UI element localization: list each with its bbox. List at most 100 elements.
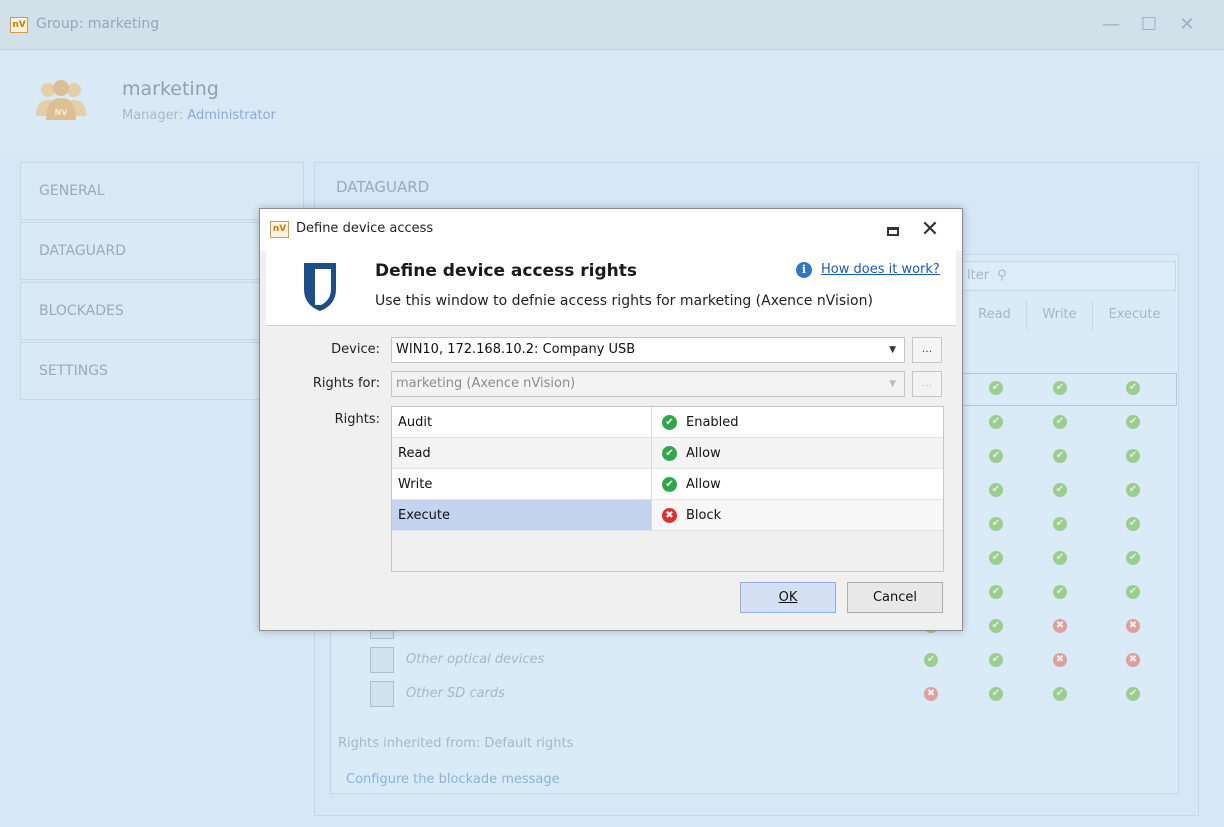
rights-label: Rights: [334,412,380,427]
rights-row-execute[interactable]: Execute ✖ Block [392,500,943,531]
column-header-write[interactable]: Write [1026,300,1092,330]
column-header-execute[interactable]: Execute [1092,300,1176,330]
window-title: Group: marketing [36,16,160,32]
device-select-value: WIN10, 172.168.10.2: Company USB [396,342,636,357]
svg-text:NV: NV [55,108,69,117]
allow-status-icon: ✔ [989,483,1003,497]
cancel-button-label: Cancel [872,590,918,605]
block-icon: ✖ [662,508,677,523]
allow-status-icon: ✔ [1053,483,1067,497]
check-icon: ✔ [662,446,677,461]
ok-button[interactable]: OK [740,582,836,613]
right-value-cell[interactable]: ✔ Allow [652,469,943,500]
block-status-icon: ✖ [1053,619,1067,633]
rights-for-value: marketing (Axence nVision) [396,376,576,391]
app-logo-icon: nV [10,17,28,33]
allow-status-icon: ✔ [989,517,1003,531]
allow-status-icon: ✔ [1053,517,1067,531]
right-name: Read [392,438,652,469]
chevron-down-icon: ▼ [889,379,896,389]
allow-status-icon: ✔ [989,619,1003,633]
device-label: Other optical devices [406,652,545,667]
info-icon: i [796,262,812,278]
device-label: Device: [331,342,380,357]
device-label: Other SD cards [406,686,505,701]
right-name: Execute [392,500,652,531]
allow-status-icon: ✔ [1126,449,1140,463]
close-icon[interactable]: ✕ [916,215,944,245]
allow-status-icon: ✔ [924,653,938,667]
dialog-title: Define device access [296,221,434,236]
inherited-rights-text: Rights inherited from: Default rights [338,736,574,751]
block-status-icon: ✖ [1126,653,1140,667]
check-icon: ✔ [662,477,677,492]
manager-link[interactable]: Administrator [187,108,276,123]
right-value-cell[interactable]: ✖ Block [652,500,943,531]
allow-status-icon: ✔ [989,653,1003,667]
right-value: Allow [686,446,721,461]
allow-status-icon: ✔ [1126,381,1140,395]
maximize-icon[interactable] [882,221,904,241]
block-status-icon: ✖ [924,687,938,701]
group-header [0,51,1224,151]
allow-status-icon: ✔ [1053,687,1067,701]
configure-blockade-link[interactable]: Configure the blockade message [346,772,560,787]
define-device-access-dialog: nV Define device access ✕ Define device … [259,208,963,631]
block-status-icon: ✖ [1126,619,1140,633]
allow-status-icon: ✔ [1126,483,1140,497]
allow-status-icon: ✔ [1126,415,1140,429]
allow-status-icon: ✔ [1053,551,1067,565]
right-value-cell[interactable]: ✔ Enabled [652,407,943,438]
dialog-logo-icon: nV [270,221,289,238]
panel-title: DATAGUARD [336,178,430,196]
check-icon: ✔ [662,415,677,430]
rights-row-read[interactable]: Read ✔ Allow [392,438,943,469]
right-value: Enabled [686,415,739,430]
right-value: Allow [686,477,721,492]
right-name: Write [392,469,652,500]
rights-for-label: Rights for: [312,376,380,391]
rights-grid: Audit ✔ Enabled Read ✔ Allow Write ✔ Allow … [391,406,944,572]
filter-input[interactable]: lter ⚲ [962,261,1176,291]
allow-status-icon: ✔ [1126,687,1140,701]
device-icon [370,681,394,707]
allow-status-icon: ✔ [1053,415,1067,429]
rights-row-audit[interactable]: Audit ✔ Enabled [392,407,943,438]
right-value: Block [686,508,722,523]
dialog-header: Define device access rights Use this win… [266,251,956,326]
device-browse-button[interactable]: ... [912,337,942,363]
cancel-button[interactable]: Cancel [847,582,943,613]
right-value-cell[interactable]: ✔ Allow [652,438,943,469]
allow-status-icon: ✔ [989,551,1003,565]
allow-status-icon: ✔ [1053,585,1067,599]
device-select[interactable]: WIN10, 172.168.10.2: Company USB ▼ [391,337,905,363]
dialog-subtitle: Use this window to defnie access rights … [375,293,873,309]
group-users-icon: NV [36,80,86,120]
allow-status-icon: ✔ [1126,585,1140,599]
right-name: Audit [392,407,652,438]
manager-label: Manager: [122,108,184,123]
manager-info: Manager: Administrator [122,108,276,123]
allow-status-icon: ✔ [1053,449,1067,463]
minimize-button[interactable]: — [1096,10,1126,40]
maximize-button[interactable]: ☐ [1134,10,1164,40]
allow-status-icon: ✔ [1126,517,1140,531]
rights-for-select: marketing (Axence nVision) ▼ [391,371,905,397]
ok-button-label: OK [778,590,798,605]
device-icon [370,647,394,673]
how-does-it-work-link[interactable]: How does it work? [821,262,940,277]
dialog-titlebar: nV Define device access ✕ [260,209,962,251]
allow-status-icon: ✔ [1126,551,1140,565]
close-button[interactable]: ✕ [1172,10,1202,40]
chevron-down-icon: ▼ [889,345,896,355]
rights-for-browse-button: ... [912,371,942,397]
group-name: marketing [122,78,219,100]
rights-row-write[interactable]: Write ✔ Allow [392,469,943,500]
filter-placeholder: lter [967,268,990,283]
block-status-icon: ✖ [1053,653,1067,667]
allow-status-icon: ✔ [989,381,1003,395]
search-icon: ⚲ [997,268,1007,283]
column-header-read[interactable]: Read [962,300,1026,330]
allow-status-icon: ✔ [989,585,1003,599]
shield-icon [304,263,336,311]
